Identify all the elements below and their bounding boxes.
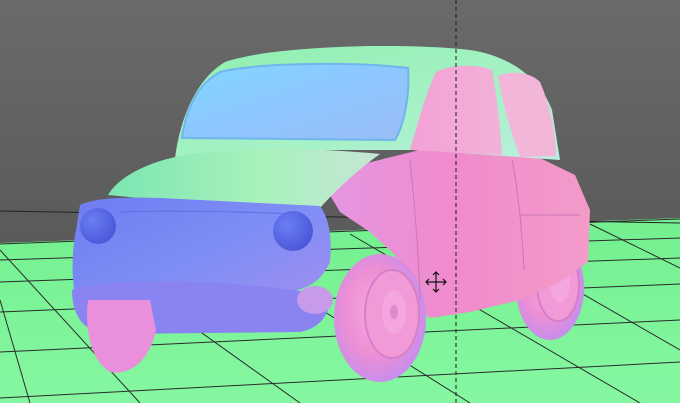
side-mirror — [297, 286, 333, 314]
windshield — [180, 62, 410, 142]
scene-canvas[interactable] — [0, 0, 680, 403]
3d-viewport[interactable] — [0, 0, 680, 403]
headlamp-right — [273, 211, 313, 251]
headlamp-left — [80, 208, 116, 244]
front-right-wheel — [334, 254, 426, 382]
